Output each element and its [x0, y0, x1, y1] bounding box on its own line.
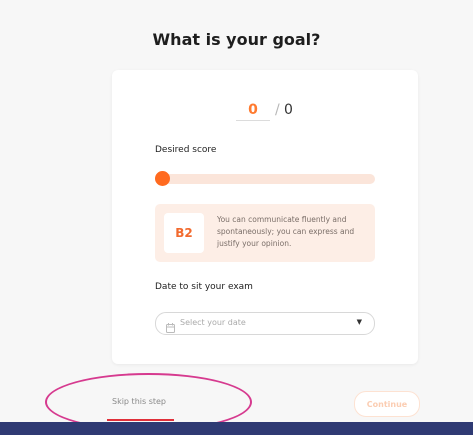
desired-score-label: Desired score	[155, 145, 217, 155]
level-badge: B2	[164, 213, 204, 253]
annotation-underline	[107, 419, 174, 421]
footer-bar	[0, 422, 473, 435]
continue-button[interactable]: Continue	[354, 391, 420, 417]
level-description: You can communicate fluently and spontan…	[217, 215, 355, 248]
caret-down-icon: ▼	[356, 318, 362, 326]
level-info-box: B2 You can communicate fluently and spon…	[155, 204, 375, 262]
score-slider-track[interactable]	[155, 174, 375, 184]
score-separator: /	[275, 102, 280, 118]
goal-card: 0 / 0 Desired score B2 You can communica…	[112, 70, 418, 364]
score-max: 0	[284, 102, 293, 118]
exam-date-label: Date to sit your exam	[155, 282, 253, 292]
skip-step-link[interactable]: Skip this step	[112, 397, 166, 406]
page-title: What is your goal?	[152, 30, 321, 49]
calendar-icon	[166, 318, 175, 333]
score-slider-handle[interactable]	[155, 171, 170, 186]
score-display: 0 / 0	[112, 102, 418, 124]
date-placeholder: Select your date	[180, 318, 246, 327]
score-value[interactable]: 0	[236, 102, 270, 121]
date-select[interactable]: Select your date ▼	[155, 312, 375, 335]
